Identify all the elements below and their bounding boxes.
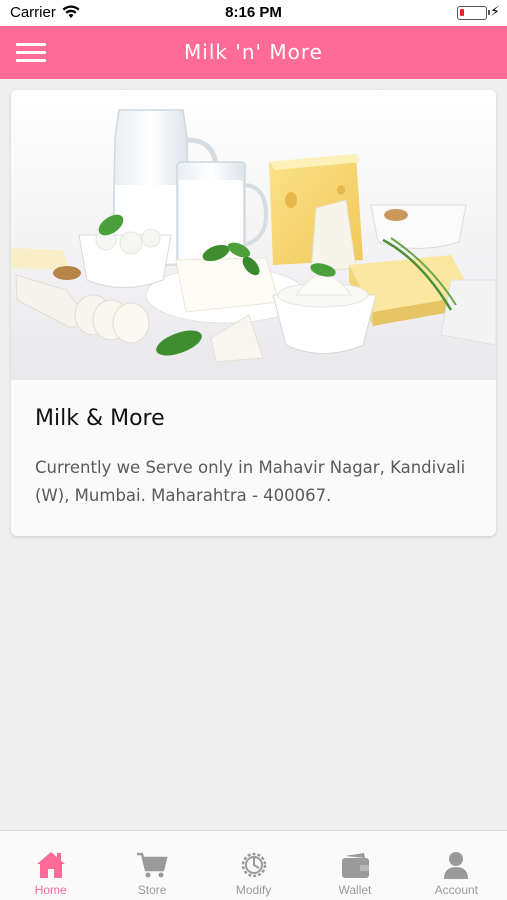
- status-bar: Carrier 8:16 PM ⚡: [0, 0, 507, 26]
- tab-modify[interactable]: Modify: [203, 831, 304, 900]
- settings-icon: [241, 852, 266, 878]
- dairy-products-image: [11, 90, 496, 380]
- account-icon: [444, 852, 469, 879]
- charging-icon: ⚡: [490, 4, 500, 20]
- tab-wallet[interactable]: Wallet: [304, 831, 405, 900]
- tab-label: Modify: [235, 883, 272, 897]
- tab-account[interactable]: Account: [406, 831, 507, 900]
- tab-label: Wallet: [338, 883, 372, 897]
- tab-store[interactable]: Store: [101, 831, 202, 900]
- app-header: Milk 'n' More: [0, 26, 507, 79]
- store-card[interactable]: Milk & More Currently we Serve only in M…: [11, 90, 496, 536]
- tab-label: Store: [137, 883, 167, 897]
- tab-label: Home: [34, 883, 67, 897]
- tab-home[interactable]: Home: [0, 831, 101, 900]
- home-icon: [36, 852, 65, 878]
- cart-icon: [137, 852, 168, 878]
- tab-label: Account: [434, 883, 478, 897]
- card-description: Currently we Serve only in Mahavir Nagar…: [35, 458, 466, 505]
- status-time: 8:16 PM: [225, 4, 282, 21]
- wallet-icon: [341, 853, 369, 878]
- card-title: Milk & More: [35, 406, 165, 431]
- battery-icon: [457, 6, 490, 20]
- page-title: Milk 'n' More: [184, 40, 323, 64]
- bottom-tab-bar: Home Store Modify Wallet Account: [0, 830, 507, 900]
